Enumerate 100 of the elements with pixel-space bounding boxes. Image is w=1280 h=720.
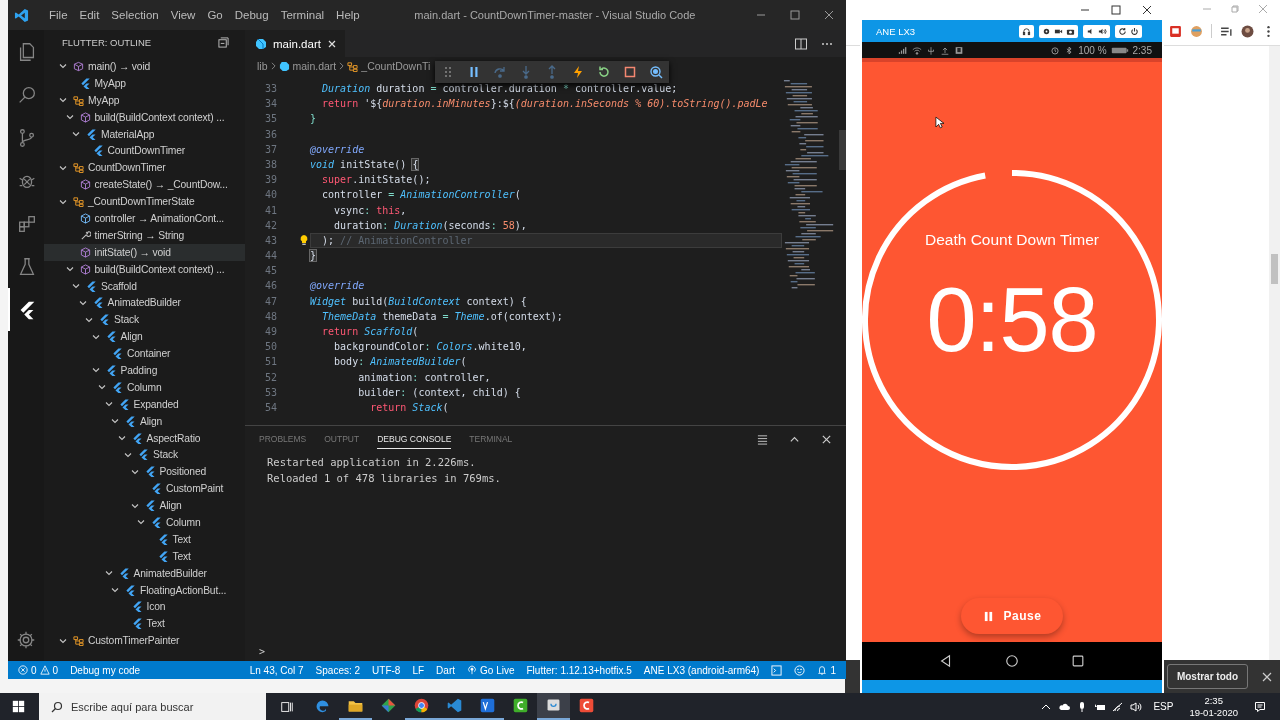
extension-icon[interactable]: [1169, 24, 1182, 38]
split-editor-icon[interactable]: [794, 36, 808, 51]
home-icon[interactable]: [1005, 654, 1019, 668]
panel-tab[interactable]: TERMINAL: [469, 429, 513, 449]
outline-item[interactable]: Positioned: [44, 463, 245, 481]
menu-item[interactable]: Terminal: [274, 9, 331, 21]
outline-item[interactable]: MyApp: [44, 91, 245, 109]
search-field[interactable]: Escribe aquí para buscar: [39, 693, 266, 720]
outline-item[interactable]: AnimatedBuilder: [44, 294, 245, 312]
outline-item[interactable]: Stack: [44, 446, 245, 464]
status-item[interactable]: Flutter: 1.12.13+hotfix.5: [526, 664, 632, 676]
panel-tab[interactable]: OUTPUT: [324, 429, 360, 449]
recents-icon[interactable]: [1071, 654, 1085, 668]
scrollbar-thumb[interactable]: [839, 130, 846, 170]
status-item[interactable]: Ln 43, Col 7: [249, 664, 304, 676]
outline-item[interactable]: Stack: [44, 311, 245, 329]
close-icon[interactable]: [824, 10, 834, 20]
outline-item[interactable]: Padding: [44, 362, 245, 379]
status-item[interactable]: ANE LX3 (android-arm64): [643, 664, 760, 676]
volume-up-icon[interactable]: [1098, 26, 1107, 36]
panel-tab[interactable]: PROBLEMS: [259, 429, 307, 449]
maximize-icon[interactable]: [1111, 5, 1121, 15]
breadcrumb-item[interactable]: lib: [257, 60, 268, 72]
outline-item[interactable]: _CountDownTimerState: [44, 193, 245, 210]
close-icon[interactable]: [326, 38, 337, 49]
outline-item[interactable]: MaterialApp: [44, 125, 245, 143]
back-icon[interactable]: [939, 654, 953, 668]
editor-tab[interactable]: main.dart: [245, 30, 345, 57]
restart-icon[interactable]: [597, 65, 611, 79]
windows-icon[interactable]: [12, 700, 25, 713]
terminal-icon[interactable]: [771, 664, 783, 676]
app-icon[interactable]: [537, 693, 570, 720]
outline-item[interactable]: Column: [44, 514, 245, 531]
outline-item[interactable]: Expanded: [44, 395, 245, 413]
menu-item[interactable]: View: [164, 9, 202, 21]
menu-item[interactable]: Help: [330, 9, 366, 21]
settings-icon[interactable]: [1042, 26, 1051, 36]
smiley-icon[interactable]: [794, 664, 806, 676]
show-all-button[interactable]: Mostrar todo: [1166, 664, 1248, 689]
status-item[interactable]: LF: [412, 664, 425, 676]
outline-item[interactable]: CountDownTimer: [44, 142, 245, 160]
outline-item[interactable]: main() → void: [44, 58, 245, 75]
outline-item[interactable]: Text: [44, 547, 245, 565]
power-icon[interactable]: [1130, 26, 1139, 36]
outline-item[interactable]: Scaffold: [44, 277, 245, 295]
outline-item[interactable]: Align: [44, 497, 245, 515]
outline-item[interactable]: CustomTimerPainter: [44, 632, 245, 650]
outline-item[interactable]: CustomPaint: [44, 480, 245, 498]
outline-item[interactable]: FloatingActionBut...: [44, 581, 245, 599]
problems-indicator[interactable]: 0 0: [18, 664, 59, 676]
language-indicator[interactable]: ESP: [1153, 701, 1174, 712]
panel-tab[interactable]: DEBUG CONSOLE: [377, 429, 452, 449]
status-item[interactable]: Go Live: [467, 664, 515, 676]
breadcrumb-item[interactable]: main.dart: [292, 60, 337, 72]
status-item[interactable]: Dart: [436, 664, 455, 676]
scrollbar[interactable]: [1269, 46, 1280, 660]
outline-item[interactable]: Text: [44, 615, 245, 633]
outline-item[interactable]: build(BuildContext context) ...: [44, 108, 245, 126]
menu-item[interactable]: Selection: [105, 9, 165, 21]
stop-icon[interactable]: [623, 65, 637, 79]
outline-item[interactable]: Container: [44, 345, 245, 363]
lightning-icon[interactable]: [571, 65, 585, 79]
menu-item[interactable]: Go: [201, 9, 229, 21]
outline-item[interactable]: MyApp: [44, 74, 245, 92]
outline-item[interactable]: CountDownTimer: [44, 159, 245, 177]
outline-item[interactable]: Icon: [44, 598, 245, 616]
chevron-icon[interactable]: [71, 281, 81, 291]
status-item[interactable]: Spaces: 2: [315, 664, 361, 676]
notifications-icon[interactable]: [1254, 700, 1266, 713]
outline-item[interactable]: initState() → void: [44, 243, 245, 261]
wifi-icon[interactable]: [1112, 700, 1125, 713]
outline-item[interactable]: Text: [44, 530, 245, 548]
outline-item[interactable]: Column: [44, 378, 245, 396]
rotate-icon[interactable]: [1118, 26, 1127, 36]
outline-item[interactable]: AspectRatio: [44, 429, 245, 447]
menu-item[interactable]: Edit: [73, 9, 106, 21]
outline-item[interactable]: controller → AnimationCont...: [44, 210, 245, 227]
avatar-icon[interactable]: [1241, 24, 1254, 38]
chevron-icon[interactable]: [71, 129, 81, 139]
collapse-all-icon[interactable]: [218, 37, 229, 48]
outline-item[interactable]: createState() → _CountDow...: [44, 176, 245, 194]
face-icon[interactable]: [1190, 24, 1203, 38]
lightbulb-icon[interactable]: [299, 234, 309, 247]
notifications-indicator[interactable]: 1: [817, 664, 836, 676]
maximize-icon[interactable]: [790, 10, 800, 20]
outline-item[interactable]: AnimatedBuilder: [44, 564, 245, 582]
status-item[interactable]: UTF-8: [372, 664, 401, 676]
menu-item[interactable]: File: [43, 9, 74, 21]
status-item[interactable]: Debug my code: [70, 664, 141, 676]
menu-item[interactable]: Debug: [228, 9, 275, 21]
console-prompt[interactable]: >: [259, 646, 269, 661]
outline-item[interactable]: Align: [44, 328, 245, 346]
outline-item[interactable]: Align: [44, 412, 245, 430]
list-icon[interactable]: [757, 433, 768, 445]
outline-item[interactable]: build(BuildContext context) ...: [44, 260, 245, 278]
breadcrumb-item[interactable]: _CountDownTi: [361, 60, 431, 72]
task-view-icon[interactable]: [280, 699, 294, 714]
headset-icon[interactable]: [1022, 26, 1031, 36]
volume-icon[interactable]: [1130, 700, 1143, 713]
close-icon[interactable]: [1142, 5, 1152, 15]
